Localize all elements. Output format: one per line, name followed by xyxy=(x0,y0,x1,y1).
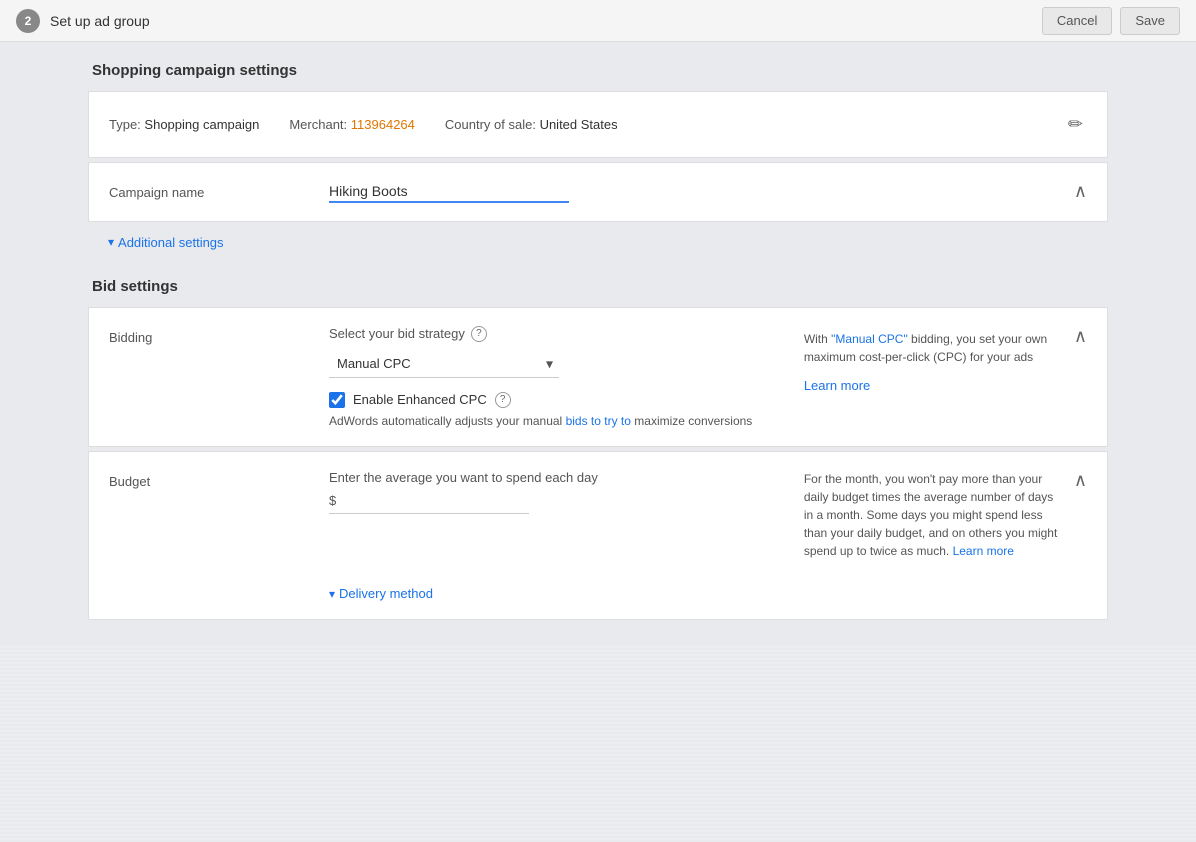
top-bar-actions: Cancel Save xyxy=(1042,7,1180,35)
main-content: Shopping campaign settings Type: Shoppin… xyxy=(0,42,1196,644)
country-info: Country of sale: United States xyxy=(445,117,618,132)
adwords-note: AdWords automatically adjusts your manua… xyxy=(329,414,784,428)
budget-row: Budget Enter the average you want to spe… xyxy=(89,452,1107,578)
additional-settings-label: Additional settings xyxy=(118,235,224,250)
learn-more-link[interactable]: Learn more xyxy=(804,376,1064,396)
campaign-name-input[interactable] xyxy=(329,181,569,203)
edit-campaign-button[interactable]: ✏ xyxy=(1064,110,1087,139)
dollar-sign: $ xyxy=(329,493,336,508)
bidding-label: Bidding xyxy=(109,326,329,345)
budget-learn-more-link[interactable]: Learn more xyxy=(953,544,1014,558)
budget-input[interactable] xyxy=(342,493,502,509)
enhanced-cpc-checkbox[interactable] xyxy=(329,392,345,408)
strategy-select-wrapper: Manual CPC Target ROAS Maximize Clicks ▾ xyxy=(329,350,559,378)
bidding-row: Bidding Select your bid strategy ? Manua… xyxy=(89,308,1107,446)
step-indicator: 2 Set up ad group xyxy=(16,9,150,33)
campaign-name-collapse-button[interactable]: ∧ xyxy=(1074,181,1087,202)
budget-controls: Enter the average you want to spend each… xyxy=(329,470,784,514)
save-button[interactable]: Save xyxy=(1120,7,1180,35)
additional-settings-row: ▾ Additional settings xyxy=(88,226,1108,262)
campaign-name-row: Campaign name ∧ xyxy=(89,163,1107,221)
enhanced-cpc-row: Enable Enhanced CPC ? xyxy=(329,392,784,408)
campaign-name-field xyxy=(329,181,1074,203)
type-info: Type: Shopping campaign xyxy=(109,117,259,132)
budget-label: Budget xyxy=(109,470,329,489)
step-label: Set up ad group xyxy=(50,13,150,29)
bidding-card: Bidding Select your bid strategy ? Manua… xyxy=(88,307,1108,447)
strategy-help-icon[interactable]: ? xyxy=(471,326,487,342)
delivery-method-label: Delivery method xyxy=(339,586,433,601)
additional-settings-button[interactable]: ▾ Additional settings xyxy=(108,235,224,250)
bidding-info-panel: With "Manual CPC" bidding, you set your … xyxy=(804,326,1064,396)
budget-input-wrapper: $ xyxy=(329,493,529,514)
budget-hint: Enter the average you want to spend each… xyxy=(329,470,784,485)
shopping-section-heading: Shopping campaign settings xyxy=(88,62,1108,79)
delivery-method-button[interactable]: ▾ Delivery method xyxy=(329,586,433,601)
bid-section-heading: Bid settings xyxy=(88,278,1108,295)
bid-settings-section: Bid settings Bidding Select your bid str… xyxy=(88,278,1108,621)
budget-info-panel: For the month, you won't pay more than y… xyxy=(804,470,1064,560)
budget-collapse-icon: ∧ xyxy=(1074,470,1087,490)
bidding-collapse-icon: ∧ xyxy=(1074,326,1087,346)
merchant-info: Merchant: 113964264 xyxy=(289,117,415,132)
budget-collapse-button[interactable]: ∧ xyxy=(1074,470,1087,491)
section-wrapper: Shopping campaign settings Type: Shoppin… xyxy=(68,62,1128,620)
cancel-button[interactable]: Cancel xyxy=(1042,7,1112,35)
campaign-info-row: Type: Shopping campaign Merchant: 113964… xyxy=(89,92,1107,157)
campaign-name-card: Campaign name ∧ xyxy=(88,162,1108,222)
shopping-info-card: Type: Shopping campaign Merchant: 113964… xyxy=(88,91,1108,158)
enhanced-cpc-label: Enable Enhanced CPC xyxy=(353,392,487,407)
budget-card: Budget Enter the average you want to spe… xyxy=(88,451,1108,621)
enhanced-cpc-help-icon[interactable]: ? xyxy=(495,392,511,408)
chevron-down-icon: ▾ xyxy=(108,235,114,249)
step-circle: 2 xyxy=(16,9,40,33)
edit-icon: ✏ xyxy=(1068,114,1083,134)
delivery-method-row: ▾ Delivery method xyxy=(89,578,1107,620)
bid-strategy-label: Select your bid strategy ? xyxy=(329,326,784,342)
top-bar: 2 Set up ad group Cancel Save xyxy=(0,0,1196,42)
campaign-name-label: Campaign name xyxy=(109,181,329,200)
bidding-controls: Select your bid strategy ? Manual CPC Ta… xyxy=(329,326,784,428)
delivery-chevron-icon: ▾ xyxy=(329,587,335,601)
bidding-collapse-button[interactable]: ∧ xyxy=(1074,326,1087,347)
collapse-icon: ∧ xyxy=(1074,181,1087,201)
strategy-select[interactable]: Manual CPC Target ROAS Maximize Clicks xyxy=(329,350,559,378)
